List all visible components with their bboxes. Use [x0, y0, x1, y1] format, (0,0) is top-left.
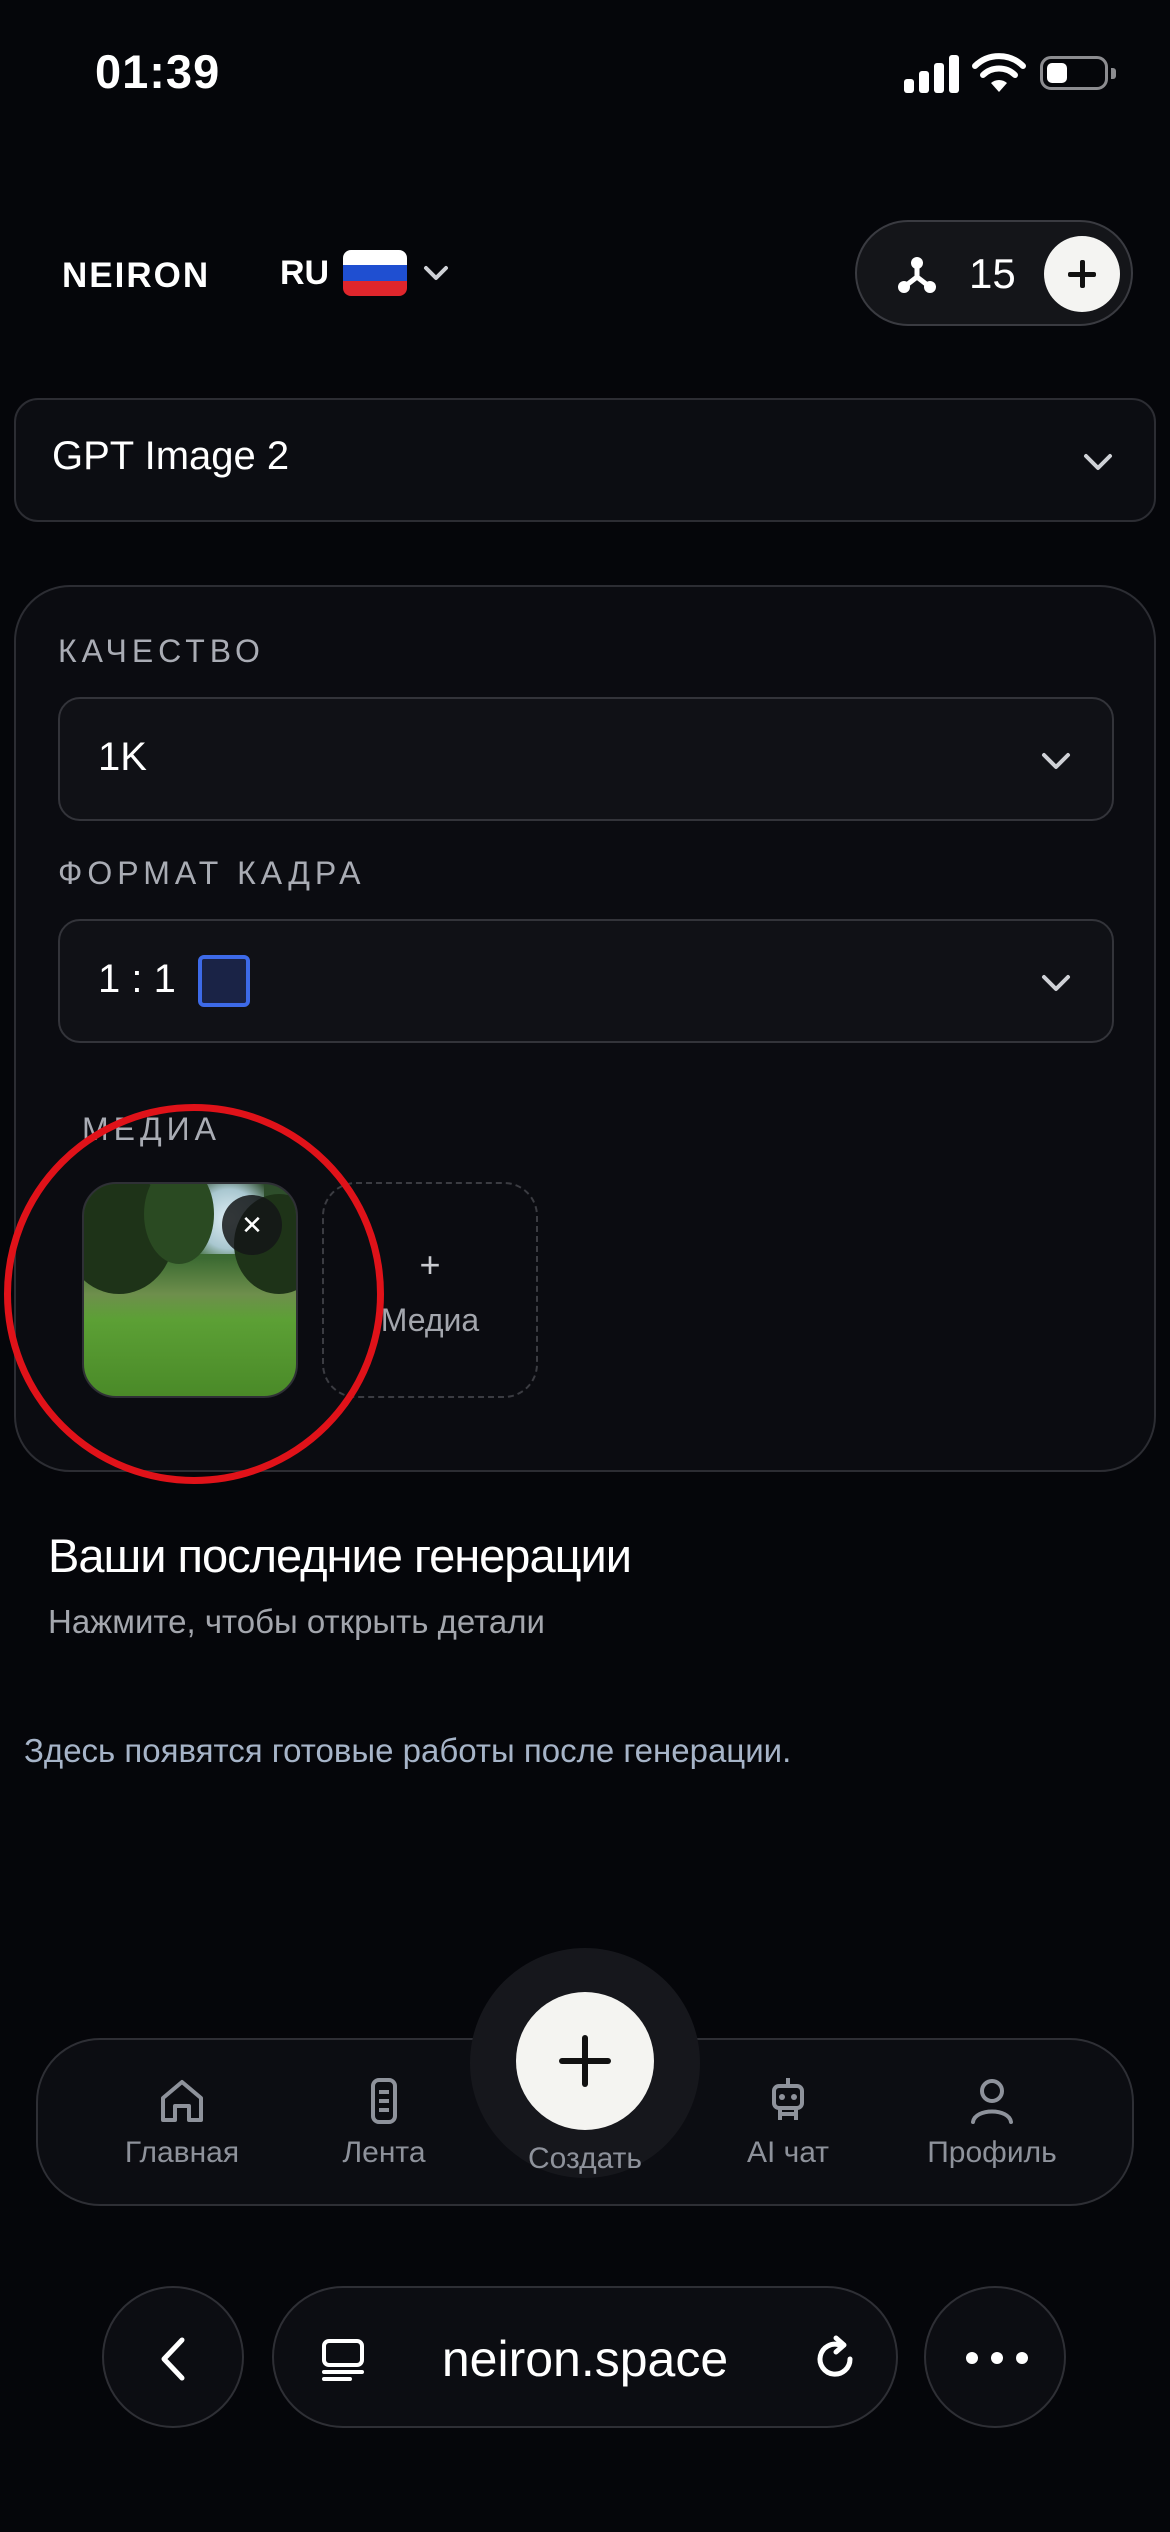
logo[interactable]: NEIRON — [62, 256, 210, 296]
russia-flag-icon — [343, 250, 408, 296]
reload-icon[interactable] — [810, 2334, 860, 2384]
highlight-circle — [4, 1104, 384, 1484]
recent-title: Ваши последние генерации — [48, 1529, 632, 1582]
create-button[interactable] — [516, 1992, 654, 2130]
home-icon — [161, 2080, 203, 2122]
nav-item-profile[interactable]: Профиль — [902, 2074, 1082, 2170]
url-text: neiron.space — [441, 2331, 729, 2387]
status-time: 01:39 — [95, 45, 221, 98]
battery-icon — [1040, 56, 1116, 90]
add-credits-button[interactable] — [1044, 236, 1120, 312]
nav-item-ai-chat[interactable]: AI чат — [698, 2074, 878, 2170]
language-code: RU — [280, 253, 330, 292]
quality-value: 1K — [98, 735, 147, 779]
format-label: ФОРМАТ КАДРА — [58, 855, 366, 891]
chevron-down-icon — [1042, 975, 1070, 991]
more-icon — [966, 2352, 1028, 2364]
profile-icon — [971, 2079, 1013, 2124]
nav-label: Главная — [124, 2136, 240, 2169]
browser-back-button[interactable] — [102, 2286, 244, 2428]
chevron-left-icon — [161, 2337, 185, 2381]
credits-count: 15 — [969, 250, 1016, 297]
robot-icon — [772, 2078, 804, 2120]
credits-balance[interactable]: 15 — [855, 220, 1133, 326]
language-switcher[interactable]: RU — [280, 248, 451, 298]
chevron-down-icon — [1042, 753, 1070, 769]
square-ratio-icon — [198, 955, 250, 1007]
chevron-down-icon — [1084, 454, 1112, 470]
create-label: Создать — [527, 2142, 642, 2175]
quality-label: КАЧЕСТВО — [58, 633, 265, 669]
address-bar[interactable]: neiron.space — [272, 2286, 898, 2428]
quality-select[interactable]: 1K — [58, 697, 1114, 821]
model-select[interactable]: GPT Image 2 — [14, 398, 1156, 522]
nav-item-home[interactable]: Главная — [92, 2074, 272, 2170]
chevron-down-icon — [424, 266, 449, 280]
format-value: 1 : 1 — [98, 957, 176, 1001]
format-select[interactable]: 1 : 1 — [58, 919, 1114, 1043]
feed-icon — [371, 2078, 397, 2124]
signal-icon — [904, 55, 960, 93]
nav-label: Профиль — [927, 2136, 1057, 2169]
nav-item-feed[interactable]: Лента — [294, 2074, 474, 2170]
browser-more-button[interactable] — [924, 2286, 1066, 2428]
nav-label: Лента — [342, 2136, 426, 2169]
wifi-icon — [972, 53, 1026, 92]
recent-subtitle: Нажмите, чтобы открыть детали — [48, 1603, 545, 1640]
status-bar: 01:39 — [0, 0, 1170, 150]
credits-icon — [898, 257, 936, 293]
empty-state-message: Здесь появятся готовые работы после гене… — [24, 1732, 792, 1769]
nav-label: AI чат — [746, 2136, 830, 2169]
model-value: GPT Image 2 — [52, 434, 290, 478]
